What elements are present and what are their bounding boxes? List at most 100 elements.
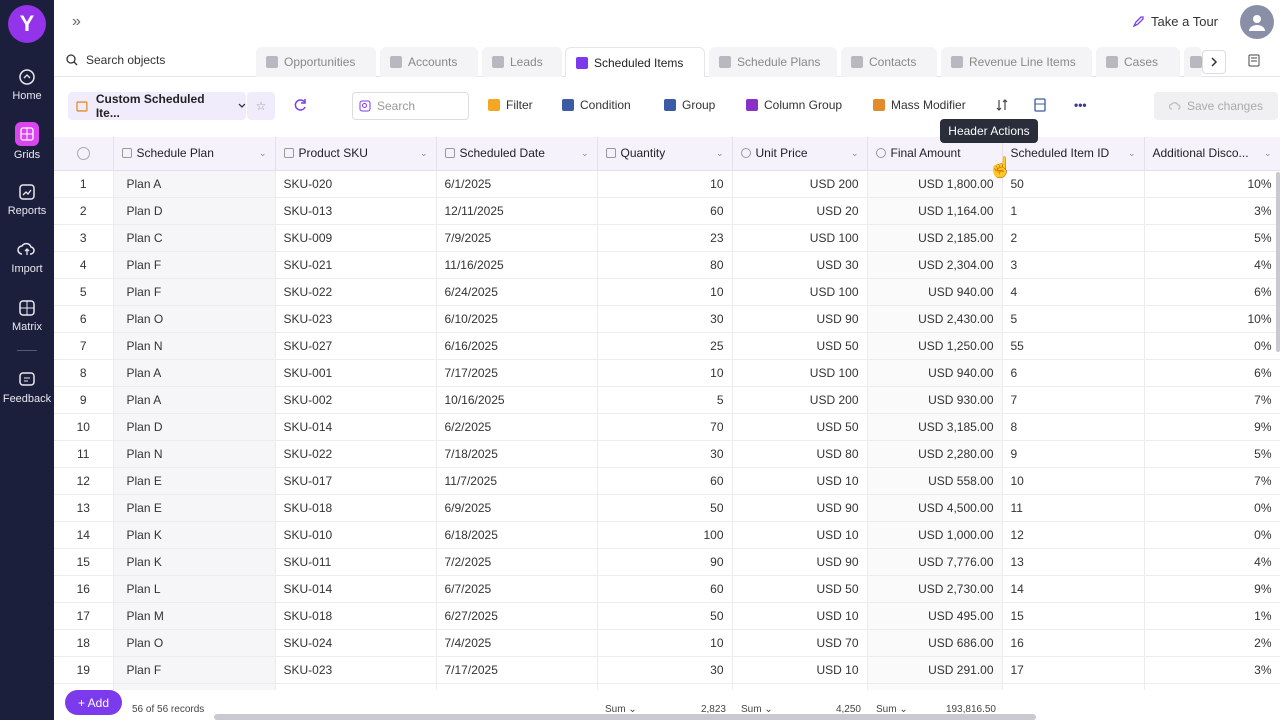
- product-sku-cell[interactable]: SKU-024: [275, 629, 437, 657]
- additional-discount-cell[interactable]: 0%: [1144, 521, 1280, 549]
- table-row[interactable]: 4 Plan F SKU-021 11/16/2025 80 USD 30 USD 2,30…: [54, 251, 1280, 279]
- filter-button[interactable]: Filter: [488, 98, 533, 112]
- take-a-tour-button[interactable]: Take a Tour: [1131, 14, 1218, 29]
- schedule-plan-cell[interactable]: Plan N: [113, 440, 276, 468]
- table-row[interactable]: 10 Plan D SKU-014 6/2/2025 70 USD 50 USD 3,185…: [54, 413, 1280, 441]
- product-sku-cell[interactable]: SKU-018: [275, 494, 437, 522]
- unit-price-cell[interactable]: USD 90: [732, 305, 868, 333]
- scheduled-date-cell[interactable]: 11/16/2025: [436, 251, 598, 279]
- additional-discount-cell[interactable]: 0%: [1144, 494, 1280, 522]
- quantity-cell[interactable]: 10: [597, 359, 733, 387]
- expand-sidebar-icon[interactable]: »: [72, 13, 81, 31]
- tab-revenue-line-items[interactable]: Revenue Line Items: [941, 47, 1092, 77]
- scheduled-date-cell[interactable]: 6/24/2025: [436, 278, 598, 306]
- quantity-cell[interactable]: 60: [597, 197, 733, 225]
- product-sku-cell[interactable]: SKU-023: [275, 305, 437, 333]
- chevron-down-icon[interactable]: ⌄: [581, 148, 589, 159]
- additional-discount-cell[interactable]: 1%: [1144, 602, 1280, 630]
- schedule-plan-cell[interactable]: Plan E: [113, 467, 276, 495]
- final-amount-cell[interactable]: USD 930.00: [867, 386, 1003, 414]
- chevron-down-icon[interactable]: ⌄: [420, 148, 428, 159]
- scheduled-date-cell[interactable]: 6/27/2025: [436, 602, 598, 630]
- scheduled-date-cell[interactable]: 6/2/2025: [436, 413, 598, 441]
- product-sku-cell[interactable]: SKU-022: [275, 278, 437, 306]
- unit-price-cell[interactable]: USD 100: [732, 359, 868, 387]
- scheduled-item-id-cell[interactable]: 16: [1002, 629, 1145, 657]
- unit-price-cell[interactable]: USD 90: [732, 548, 868, 576]
- scheduled-item-id-cell[interactable]: 4: [1002, 278, 1145, 306]
- final-amount-cell[interactable]: USD 2,730.00: [867, 575, 1003, 603]
- unit-price-cell[interactable]: USD 80: [732, 440, 868, 468]
- product-sku-cell[interactable]: SKU-014: [275, 413, 437, 441]
- final-amount-cell[interactable]: USD 2,185.00: [867, 224, 1003, 252]
- scheduled-date-cell[interactable]: 7/17/2025: [436, 359, 598, 387]
- additional-discount-cell[interactable]: 6%: [1144, 359, 1280, 387]
- column-header[interactable]: Scheduled Date ⌄: [436, 137, 598, 171]
- sort-icon[interactable]: [995, 98, 1009, 112]
- product-sku-cell[interactable]: SKU-018: [275, 602, 437, 630]
- quantity-cell[interactable]: 30: [597, 656, 733, 684]
- scheduled-date-cell[interactable]: 12/11/2025: [436, 197, 598, 225]
- scheduled-item-id-cell[interactable]: 50: [1002, 170, 1145, 198]
- final-amount-cell[interactable]: USD 3,185.00: [867, 413, 1003, 441]
- unit-price-cell[interactable]: USD 10: [732, 602, 868, 630]
- sidebar-item-feedback[interactable]: Feedback: [0, 370, 54, 405]
- tab-list-icon[interactable]: [1248, 54, 1260, 70]
- product-sku-cell[interactable]: SKU-021: [275, 251, 437, 279]
- unit-price-cell[interactable]: USD 50: [732, 575, 868, 603]
- scheduled-date-cell[interactable]: 6/16/2025: [436, 332, 598, 360]
- additional-discount-cell[interactable]: 3%: [1144, 656, 1280, 684]
- search-objects[interactable]: Search objects: [66, 53, 165, 67]
- app-logo[interactable]: Y: [8, 5, 46, 43]
- unit-price-cell[interactable]: USD 200: [732, 386, 868, 414]
- additional-discount-cell[interactable]: 2%: [1144, 629, 1280, 657]
- table-row[interactable]: 16 Plan L SKU-014 6/7/2025 60 USD 50 USD 2,730…: [54, 575, 1280, 603]
- tab-overflow[interactable]: [1184, 47, 1202, 77]
- sidebar-item-home[interactable]: Home: [0, 67, 54, 102]
- product-sku-cell[interactable]: SKU-009: [275, 224, 437, 252]
- sidebar-item-matrix[interactable]: Matrix: [0, 298, 54, 333]
- chevron-down-icon[interactable]: ⌄: [716, 148, 724, 159]
- scheduled-item-id-cell[interactable]: 8: [1002, 413, 1145, 441]
- scheduled-item-id-cell[interactable]: 9: [1002, 440, 1145, 468]
- product-sku-cell[interactable]: SKU-022: [275, 440, 437, 468]
- table-row[interactable]: 13 Plan E SKU-018 6/9/2025 50 USD 90 USD 4,500…: [54, 494, 1280, 522]
- scheduled-item-id-cell[interactable]: 10: [1002, 467, 1145, 495]
- grid-search-input[interactable]: Search: [352, 92, 469, 120]
- final-amount-cell[interactable]: USD 7,776.00: [867, 548, 1003, 576]
- final-amount-cell[interactable]: USD 4,500.00: [867, 494, 1003, 522]
- schedule-plan-cell[interactable]: Plan M: [113, 602, 276, 630]
- scheduled-date-cell[interactable]: 7/17/2025: [436, 656, 598, 684]
- additional-discount-cell[interactable]: 10%: [1144, 305, 1280, 333]
- schedule-plan-cell[interactable]: Plan E: [113, 494, 276, 522]
- scheduled-item-id-cell[interactable]: 6: [1002, 359, 1145, 387]
- scheduled-date-cell[interactable]: 7/18/2025: [436, 440, 598, 468]
- quantity-cell[interactable]: 90: [597, 548, 733, 576]
- final-amount-cell[interactable]: USD 1,250.00: [867, 332, 1003, 360]
- table-row[interactable]: 8 Plan A SKU-001 7/17/2025 10 USD 100 USD 940.…: [54, 359, 1280, 387]
- tab-leads[interactable]: Leads: [482, 47, 562, 77]
- table-row[interactable]: 17 Plan M SKU-018 6/27/2025 50 USD 10 USD 495.…: [54, 602, 1280, 630]
- quantity-cell[interactable]: 10: [597, 629, 733, 657]
- tab-opportunities[interactable]: Opportunities: [256, 47, 376, 77]
- final-amount-cell[interactable]: USD 1,800.00: [867, 170, 1003, 198]
- scheduled-date-cell[interactable]: 6/10/2025: [436, 305, 598, 333]
- table-row[interactable]: 15 Plan K SKU-011 7/2/2025 90 USD 90 USD 7,776…: [54, 548, 1280, 576]
- unit-price-cell[interactable]: USD 10: [732, 521, 868, 549]
- schedule-plan-cell[interactable]: Plan O: [113, 629, 276, 657]
- tab-schedule-plans[interactable]: Schedule Plans: [709, 47, 837, 77]
- table-row[interactable]: 18 Plan O SKU-024 7/4/2025 10 USD 70 USD 686.0…: [54, 629, 1280, 657]
- select-all-header[interactable]: [54, 137, 114, 171]
- scheduled-date-cell[interactable]: 6/18/2025: [436, 521, 598, 549]
- final-amount-cell[interactable]: USD 2,280.00: [867, 440, 1003, 468]
- schedule-plan-cell[interactable]: Plan K: [113, 548, 276, 576]
- scheduled-item-id-cell[interactable]: 13: [1002, 548, 1145, 576]
- scheduled-date-cell[interactable]: 6/7/2025: [436, 575, 598, 603]
- schedule-plan-cell[interactable]: Plan O: [113, 305, 276, 333]
- additional-discount-cell[interactable]: 0%: [1144, 332, 1280, 360]
- scheduled-date-cell[interactable]: 7/9/2025: [436, 224, 598, 252]
- save-changes-button[interactable]: Save changes: [1154, 92, 1278, 120]
- table-row[interactable]: 6 Plan O SKU-023 6/10/2025 30 USD 90 USD 2,430…: [54, 305, 1280, 333]
- scheduled-date-cell[interactable]: 10/16/2025: [436, 386, 598, 414]
- schedule-plan-cell[interactable]: Plan A: [113, 359, 276, 387]
